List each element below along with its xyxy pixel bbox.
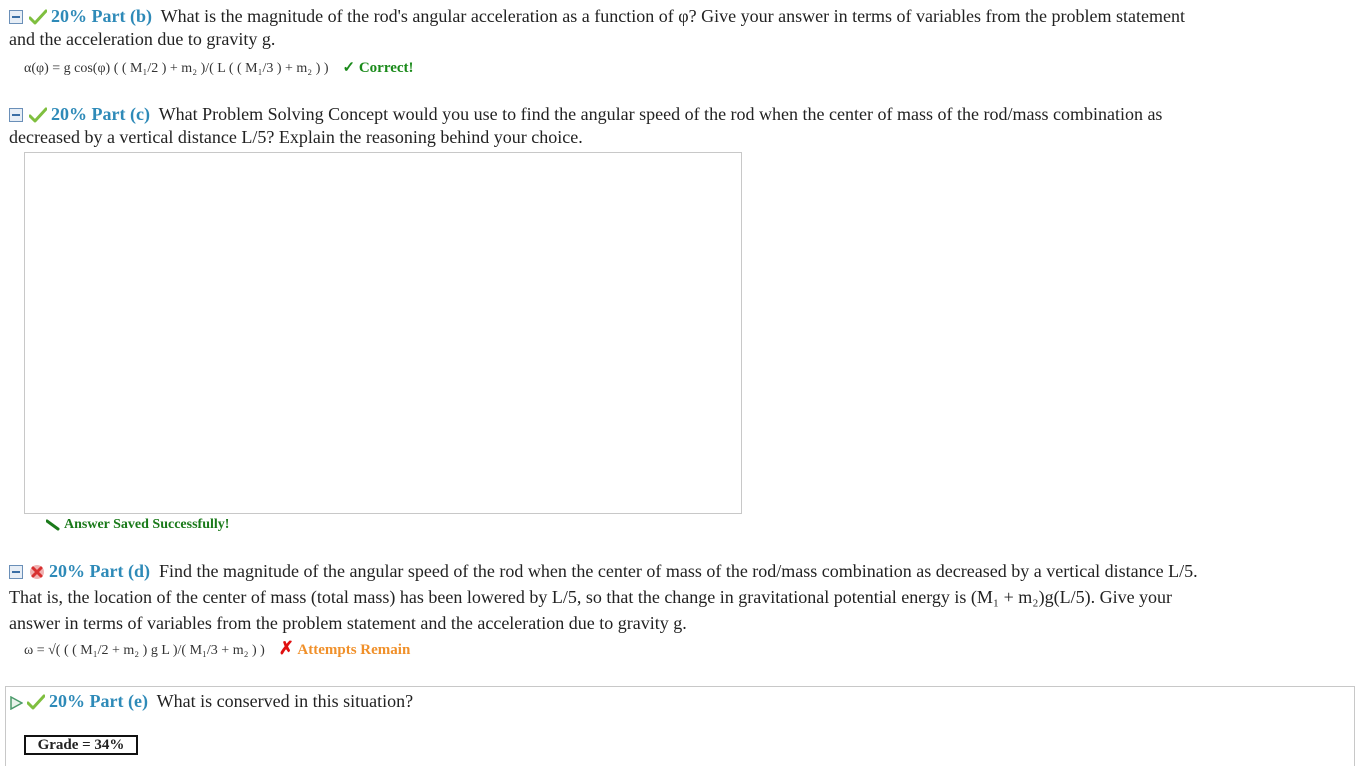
correct-status: ✓ Correct! bbox=[342, 60, 414, 76]
part-b-text-2: and the acceleration due to gravity g. bbox=[9, 29, 276, 49]
part-c-text-2: decreased by a vertical distance L/5? Ex… bbox=[9, 127, 583, 147]
pencil-icon bbox=[46, 519, 60, 531]
part-d-question: 20% Part (d) Find the magnitude of the a… bbox=[9, 558, 1349, 636]
part-d-text-1: Find the magnitude of the angular speed … bbox=[158, 561, 1198, 581]
checkmark-icon bbox=[29, 9, 47, 25]
part-b-text-1: What is the magnitude of the rod's angul… bbox=[160, 6, 1185, 26]
collapse-icon[interactable] bbox=[9, 10, 23, 24]
part-e-question: 20% Part (e) What is conserved in this s… bbox=[9, 690, 1349, 713]
checkmark-icon bbox=[27, 694, 45, 710]
save-status: Answer Saved Successfully! bbox=[46, 517, 229, 533]
collapse-icon[interactable] bbox=[9, 565, 23, 579]
part-d-answer: ω = √( ( ( M₁/2 + m₂ ) g L )/( M₁/3 + m₂… bbox=[24, 643, 265, 658]
part-b-answer: α(φ) = g cos(φ) ( ( M₁/2 ) + m₂ )/( L ( … bbox=[24, 61, 329, 76]
attempts-status: Attempts Remain bbox=[297, 642, 411, 658]
expand-triangle-icon[interactable] bbox=[9, 696, 23, 710]
part-d-text-3: answer in terms of variables from the pr… bbox=[9, 613, 687, 633]
checkmark-icon bbox=[29, 107, 47, 123]
part-e-header: 20% Part (e) bbox=[49, 691, 148, 711]
part-b-question: 20% Part (b) What is the magnitude of th… bbox=[9, 5, 1349, 51]
x-mark-icon bbox=[30, 565, 44, 579]
part-d-header: 20% Part (d) bbox=[49, 561, 150, 581]
incorrect-x-icon: ✗ bbox=[278, 638, 294, 658]
part-d-text-2: That is, the location of the center of m… bbox=[9, 587, 1173, 607]
part-c-question: 20% Part (c) What Problem Solving Concep… bbox=[9, 103, 1349, 149]
part-e-text: What is conserved in this situation? bbox=[156, 691, 414, 711]
grade-box: Grade = 34% bbox=[24, 735, 138, 755]
part-b-answer-row: α(φ) = g cos(φ) ( ( M₁/2 ) + m₂ )/( L ( … bbox=[24, 58, 1360, 77]
part-b-header: 20% Part (b) bbox=[51, 6, 152, 26]
collapse-icon[interactable] bbox=[9, 108, 23, 122]
part-c-text-1: What Problem Solving Concept would you u… bbox=[158, 104, 1163, 124]
explanation-textarea[interactable] bbox=[24, 152, 742, 514]
part-d-answer-row: ω = √( ( ( M₁/2 + m₂ ) g L )/( M₁/3 + m₂… bbox=[24, 638, 1360, 659]
part-c-header: 20% Part (c) bbox=[51, 104, 150, 124]
save-status-text: Answer Saved Successfully! bbox=[64, 517, 230, 532]
